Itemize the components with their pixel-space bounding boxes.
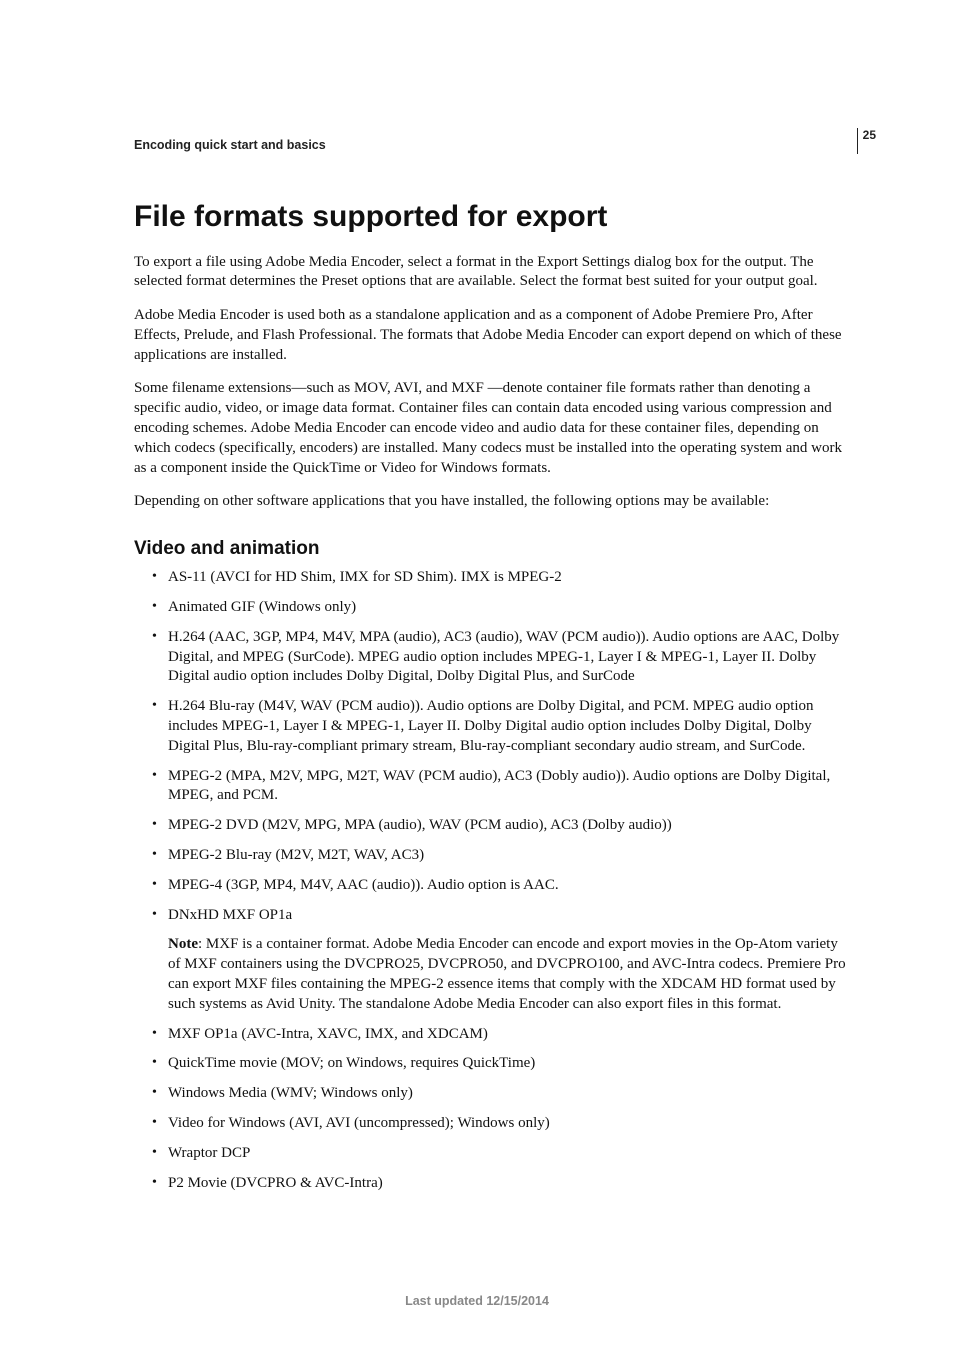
note-label: Note [168, 936, 198, 952]
list-item: Video for Windows (AVI, AVI (uncompresse… [152, 1114, 846, 1134]
list-item: MPEG-2 Blu-ray (M2V, M2T, WAV, AC3) [152, 846, 846, 866]
list-item: Windows Media (WMV; Windows only) [152, 1084, 846, 1104]
list-item: MPEG-2 (MPA, M2V, MPG, M2T, WAV (PCM aud… [152, 767, 846, 807]
section-heading-video: Video and animation [134, 538, 846, 560]
list-item: AS-11 (AVCI for HD Shim, IMX for SD Shim… [152, 568, 846, 588]
footer-updated: Last updated 12/15/2014 [0, 1294, 954, 1308]
page-number-divider [857, 128, 858, 154]
list-item: MXF OP1a (AVC-Intra, XAVC, IMX, and XDCA… [152, 1025, 846, 1045]
list-item: Wraptor DCP [152, 1144, 846, 1164]
format-list-continued: MXF OP1a (AVC-Intra, XAVC, IMX, and XDCA… [134, 1025, 846, 1194]
note-text: : MXF is a container format. Adobe Media… [168, 936, 846, 1011]
format-list: AS-11 (AVCI for HD Shim, IMX for SD Shim… [134, 568, 846, 925]
list-item: MPEG-4 (3GP, MP4, M4V, AAC (audio)). Aud… [152, 876, 846, 896]
list-item: H.264 (AAC, 3GP, MP4, M4V, MPA (audio), … [152, 628, 846, 687]
list-item: Animated GIF (Windows only) [152, 598, 846, 618]
page-number: 25 [863, 128, 876, 142]
breadcrumb: Encoding quick start and basics [134, 138, 846, 152]
list-item: MPEG-2 DVD (M2V, MPG, MPA (audio), WAV (… [152, 816, 846, 836]
paragraph-intro-2: Adobe Media Encoder is used both as a st… [134, 306, 846, 365]
paragraph-intro-1: To export a file using Adobe Media Encod… [134, 253, 846, 293]
list-item: QuickTime movie (MOV; on Windows, requir… [152, 1054, 846, 1074]
list-item: H.264 Blu-ray (M4V, WAV (PCM audio)). Au… [152, 697, 846, 756]
note-block: Note: MXF is a container format. Adobe M… [168, 935, 846, 1014]
page-title: File formats supported for export [134, 200, 846, 235]
list-item: P2 Movie (DVCPRO & AVC-Intra) [152, 1174, 846, 1194]
paragraph-intro-3: Some filename extensions—such as MOV, AV… [134, 379, 846, 478]
list-item: DNxHD MXF OP1a [152, 906, 846, 926]
paragraph-intro-4: Depending on other software applications… [134, 492, 846, 512]
